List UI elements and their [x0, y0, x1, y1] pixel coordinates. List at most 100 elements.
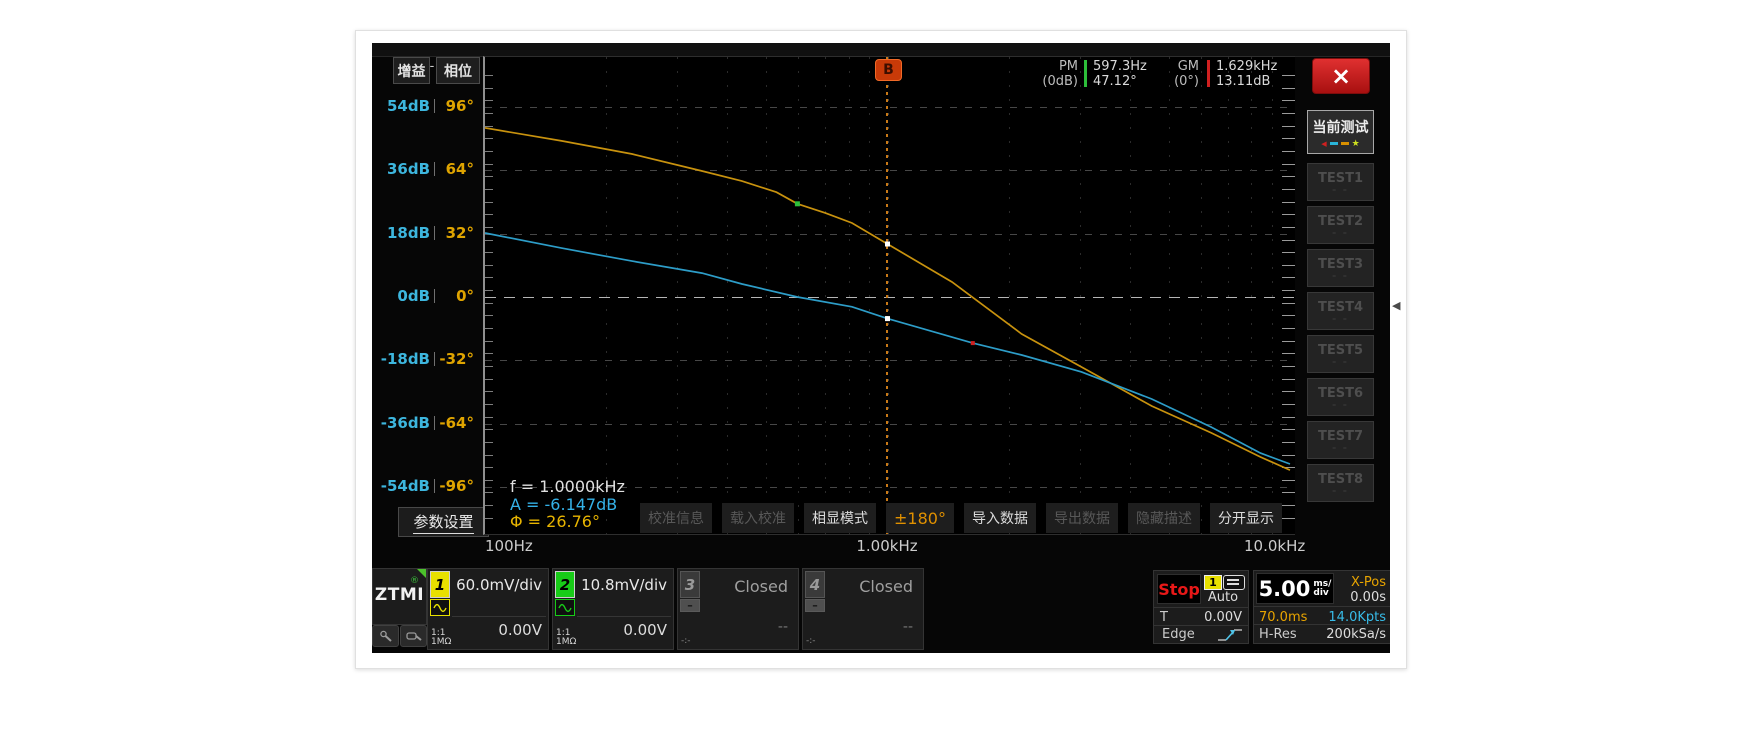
red-triangle-icon: ◀ [1321, 140, 1326, 148]
load-calibration-button[interactable]: 载入校准 [722, 503, 794, 533]
star-icon: ★ [1352, 140, 1360, 148]
axis-separator [434, 289, 435, 303]
channel-4-sub: -:- [806, 636, 816, 646]
bode-plot-area: B PM (0dB) 597.3Hz 47.12° GM (0°) 1.629k… [483, 56, 1295, 535]
channel-1-badge: 1 [430, 571, 450, 598]
pm-readout-values: 597.3Hz 47.12° [1093, 59, 1147, 89]
test3-button[interactable]: TEST3– – [1307, 249, 1374, 287]
gm-marker [971, 341, 975, 345]
export-data-button[interactable]: 导出数据 [1046, 503, 1118, 533]
bode-curves [485, 57, 1295, 534]
test7-button[interactable]: TEST7– – [1307, 421, 1374, 459]
gain-tick-label: 54dB [372, 97, 430, 115]
orange-trace-icon [1341, 142, 1349, 145]
memory-depth: 14.0Kpts [1328, 610, 1386, 625]
rising-edge-icon [1216, 628, 1244, 642]
axis-row: -18dB-32° [372, 350, 478, 368]
timebase-box[interactable]: 5.00 ms/div X-Pos 0.00s 70.0ms 14.0Kpts … [1253, 570, 1390, 644]
channel-2-offset: 0.00V [623, 621, 667, 639]
close-icon: × [1331, 62, 1351, 90]
phase-tick-label: -64° [438, 414, 474, 432]
cursor-b-marker[interactable]: B [875, 59, 902, 81]
channel-4-state: Closed [803, 577, 913, 596]
tab-separator: - [428, 59, 436, 74]
gain-tick-label: 36dB [372, 160, 430, 178]
channel-1-box[interactable]: 1 60.0mV/div 0.00V 1:11MΩ [427, 568, 549, 650]
test5-button[interactable]: TEST5– – [1307, 335, 1374, 373]
pm-readout-label: PM (0dB) [1030, 59, 1078, 89]
trigger-source-badge: 1 [1204, 575, 1222, 590]
hres-label: H-Res [1259, 627, 1297, 642]
cursor-phase-marker [885, 242, 890, 247]
phase-tick-label: -96° [438, 477, 474, 495]
touch-pointer-icon [379, 630, 393, 642]
test1-button[interactable]: TEST1– – [1307, 163, 1374, 201]
trigger-type: Edge [1162, 627, 1195, 642]
axis-separator [434, 416, 435, 430]
phase-tick-label: 0° [438, 287, 474, 305]
touch-pointer-button[interactable] [372, 625, 399, 647]
axis-row: 36dB64° [372, 160, 478, 178]
brand-logo: ® ZTMI [372, 568, 427, 625]
channel-2-scale: 10.8mV/div [581, 576, 667, 594]
oscilloscope-screen: 增益 - 相位 54dB96° 36dB64° 18dB32° 0dB0° -1… [372, 43, 1390, 653]
trigger-box[interactable]: Stop 1 Auto T 0.00V Edge [1153, 570, 1249, 644]
measure-phase: Φ = 26.76° [510, 513, 625, 531]
channel-1-offset: 0.00V [498, 621, 542, 639]
hide-description-button[interactable]: 隐藏描述 [1128, 503, 1200, 533]
gain-curve [485, 233, 1290, 464]
xpos-label: X-Pos [1351, 575, 1386, 590]
panel-collapse-arrow[interactable]: ◀ [1392, 299, 1400, 312]
phase-range-180-button[interactable]: ±180° [886, 503, 954, 533]
touch-drag-button[interactable] [400, 625, 427, 647]
axis-separator [434, 226, 435, 240]
axis-row: -54dB -96° [372, 477, 478, 495]
channel-3-box[interactable]: 3 – Closed -- -:- [677, 568, 799, 650]
bus-display-icon [1223, 575, 1245, 590]
test2-button[interactable]: TEST2– – [1307, 206, 1374, 244]
current-test-button[interactable]: 当前测试 ◀ ★ [1307, 110, 1374, 154]
phase-tick-label: 96° [438, 97, 474, 115]
channel-3-state: Closed [678, 577, 788, 596]
channel-4-coupling-dash: – [805, 599, 825, 612]
axis-row: 54dB 96° [372, 97, 478, 115]
channel-4-value: -- [903, 619, 913, 635]
phase-curve [485, 128, 1290, 470]
plot-toolbar: 校准信息 载入校准 相显模式 ±180° 导入数据 导出数据 隐藏描述 分开显示 [640, 503, 1282, 533]
close-button[interactable]: × [1312, 58, 1370, 94]
split-display-button[interactable]: 分开显示 [1210, 503, 1282, 533]
scope-top-strip [372, 43, 1390, 57]
scope-screenshot-card: 增益 - 相位 54dB96° 36dB64° 18dB32° 0dB0° -1… [355, 30, 1407, 669]
gm-readout-values: 1.629kHz 13.11dB [1216, 59, 1277, 89]
tab-phase[interactable]: 相位 [436, 57, 480, 84]
axis-separator [434, 99, 435, 113]
channel-1-scale: 60.0mV/div [456, 576, 542, 594]
gain-tick-label: -54dB [372, 477, 430, 495]
parameter-settings-button[interactable]: 参数设置 [398, 507, 489, 537]
x-axis-label-100hz: 100Hz [485, 537, 533, 555]
pm-marker-color-bar [1084, 60, 1087, 87]
trigger-level: 0.00V [1204, 610, 1242, 625]
tab-gain[interactable]: 增益 [393, 57, 430, 84]
test8-button[interactable]: TEST8– – [1307, 464, 1374, 502]
run-state-indicator: Stop [1157, 574, 1201, 604]
calibration-info-button[interactable]: 校准信息 [640, 503, 712, 533]
channel-4-box[interactable]: 4 – Closed -- -:- [802, 568, 924, 650]
xpos-value: 0.00s [1350, 590, 1386, 605]
page: 增益 - 相位 54dB96° 36dB64° 18dB32° 0dB0° -1… [0, 0, 1760, 730]
cursor-measurement-readout: f = 1.0000kHz A = -6.147dB Φ = 26.76° [510, 478, 625, 531]
channel-3-sub: -:- [681, 636, 691, 646]
channel-3-coupling-dash: – [680, 599, 700, 612]
test4-button[interactable]: TEST4– – [1307, 292, 1374, 330]
axis-separator [434, 352, 435, 366]
measure-gain: A = -6.147dB [510, 496, 625, 514]
axis-row: -36dB -64° [372, 414, 478, 432]
axis-separator [434, 162, 435, 176]
import-data-button[interactable]: 导入数据 [964, 503, 1036, 533]
channel-2-box[interactable]: 2 10.8mV/div 0.00V 1:11MΩ [552, 568, 674, 650]
phase-display-mode-button[interactable]: 相显模式 [804, 503, 876, 533]
x-axis-label-1khz: 1.00kHz [840, 537, 934, 555]
test6-button[interactable]: TEST6– – [1307, 378, 1374, 416]
trigger-t-label: T [1160, 610, 1168, 625]
gain-tick-label: -36dB [372, 414, 430, 432]
